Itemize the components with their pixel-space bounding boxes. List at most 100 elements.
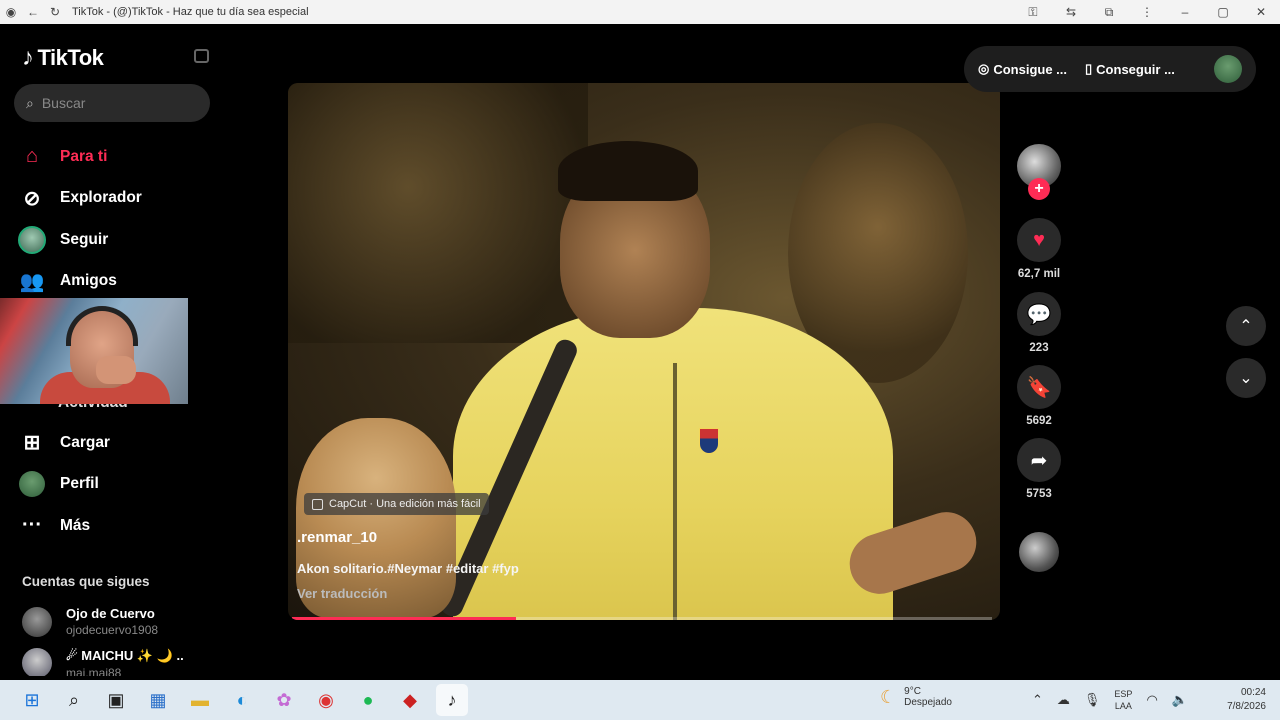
search-icon[interactable]: ⌕ — [58, 684, 90, 716]
like-count: 62,7 mil — [1017, 268, 1061, 280]
wifi-icon[interactable]: ◠ — [1146, 692, 1157, 708]
browser-logo-icon: ◉ — [5, 5, 17, 19]
nav-item-mas[interactable]: ··· Más — [18, 505, 110, 547]
video-username[interactable]: .renmar_10 — [297, 529, 377, 546]
capcut-icon — [312, 498, 323, 510]
game-app-icon[interactable]: ◆ — [394, 684, 426, 716]
onedrive-icon[interactable]: ☁ — [1057, 692, 1070, 708]
like-action[interactable]: ♥ 62,7 mil — [1015, 218, 1063, 280]
weather-widget[interactable]: ☾ 9°C Despejado — [880, 686, 952, 708]
video-progress-fill — [292, 617, 516, 620]
get-app-label: Conseguir ... — [1096, 61, 1175, 77]
video-player[interactable]: CapCut · Una edición más fácil .renmar_1… — [288, 83, 1000, 620]
browser-titlebar: ◉ ← ↻ TikTok - (@)TikTok - Haz que tu dí… — [0, 0, 1280, 24]
heart-icon[interactable]: ♥ — [1017, 218, 1061, 262]
moon-icon: ☾ — [880, 686, 897, 707]
share-count: 5753 — [1026, 488, 1052, 500]
clock[interactable]: 00:24 7/8/2026 — [1227, 686, 1266, 714]
comment-action[interactable]: 💬 223 — [1015, 292, 1063, 354]
search-icon: ⌕ — [26, 94, 34, 111]
avatar — [22, 606, 52, 637]
coin-icon: ◎ — [978, 61, 990, 76]
search-input[interactable] — [41, 95, 192, 111]
microphone-icon[interactable]: 🎙 — [1084, 692, 1101, 708]
chevron-up-icon: ⌃ — [1239, 318, 1253, 335]
nav-item-seguir[interactable]: Seguir — [18, 219, 142, 261]
windows-start-icon[interactable]: ⊞ — [16, 684, 48, 716]
previous-video-button[interactable]: ⌃ — [1226, 306, 1266, 346]
video-caption: Akon solitario.#Neymar #editar #fyp — [297, 561, 519, 576]
comment-count: 223 — [1029, 342, 1049, 354]
music-disc-icon[interactable] — [1019, 532, 1059, 572]
nav-item-para-ti[interactable]: ⌂ Para ti — [18, 136, 142, 178]
weather-temp: 9°C — [904, 686, 921, 697]
webcam-overlay — [0, 298, 188, 404]
copilot-icon[interactable]: ✿ — [268, 684, 300, 716]
save-action[interactable]: 🔖 5692 — [1015, 365, 1063, 427]
capcut-badge[interactable]: CapCut · Una edición más fácil — [304, 493, 489, 515]
task-view-icon[interactable]: ▣ — [100, 684, 132, 716]
window-title: TikTok - (@)TikTok - Haz que tu día sea … — [72, 6, 309, 18]
next-video-button[interactable]: ⌄ — [1226, 358, 1266, 398]
friends-icon: 👥 — [19, 270, 45, 293]
taskbar-apps: ⊞ ⌕ ▣ ▦ ▬ ◐ ✿ ◉ ● ◆ ♪ — [16, 680, 468, 720]
user-avatar[interactable] — [1214, 55, 1242, 83]
follow-plus-icon[interactable]: + — [1028, 178, 1050, 200]
save-count: 5692 — [1026, 415, 1052, 427]
followed-account[interactable]: ☄ MAICHU ✨ 🌙 .. mai.mai88 — [22, 648, 184, 676]
share-action[interactable]: ➦ 5753 — [1015, 438, 1063, 500]
logo-text: TikTok — [37, 45, 104, 70]
nav-item-amigos[interactable]: 👥 Amigos — [18, 261, 142, 303]
tiktok-taskbar-icon[interactable]: ♪ — [436, 684, 468, 716]
see-translation-link[interactable]: Ver traducción — [297, 586, 387, 601]
back-icon[interactable]: ← — [22, 0, 44, 24]
share-icon[interactable]: ➦ — [1017, 438, 1061, 482]
edge-icon[interactable]: ◐ — [226, 684, 258, 716]
tray-chevron-icon[interactable]: ⌃ — [1032, 692, 1043, 708]
video-progress-bar[interactable] — [292, 617, 992, 620]
translate-icon[interactable]: ⇆ — [1052, 0, 1090, 24]
search-box[interactable]: ⌕ — [14, 84, 210, 122]
file-explorer-icon[interactable]: ▬ — [184, 684, 216, 716]
home-icon: ⌂ — [25, 145, 39, 168]
windows-taskbar: ⊞ ⌕ ▣ ▦ ▬ ◐ ✿ ◉ ● ◆ ♪ ☾ 9°C Despejado ⌃ … — [0, 680, 1280, 720]
reload-icon[interactable]: ↻ — [44, 0, 66, 24]
nav-item-perfil[interactable]: Perfil — [18, 464, 110, 506]
spotify-icon[interactable]: ● — [352, 684, 384, 716]
key-icon[interactable]: ⚿ — [1014, 0, 1052, 24]
nav-label: Amigos — [60, 272, 117, 290]
get-coins-label: Consigue ... — [993, 61, 1068, 77]
bookmark-icon[interactable]: 🔖 — [1017, 365, 1061, 409]
top-right-bar: ◎ Consigue ... ▯ Conseguir ... — [964, 46, 1256, 92]
maximize-icon[interactable]: ▢ — [1204, 0, 1242, 24]
account-handle: ojodecuervo1908 — [66, 623, 159, 637]
tiktok-app: ♪ TikTok ⌕ ⌂ Para ti ⊘ Explorador Seguir… — [0, 24, 1280, 680]
extensions-icon[interactable]: ⧉ — [1090, 0, 1128, 24]
secondary-nav: ⊞ Cargar Perfil ··· Más — [18, 422, 110, 547]
volume-icon[interactable]: 🔈 — [1172, 692, 1188, 708]
lang-layout: LAA — [1114, 701, 1132, 711]
get-app-button[interactable]: ▯ Conseguir ... — [1085, 61, 1175, 77]
avatar — [22, 648, 52, 676]
store-icon[interactable]: ▦ — [142, 684, 174, 716]
lang-code: ESP — [1114, 689, 1133, 699]
nav-label: Para ti — [60, 147, 108, 165]
tiktok-logo[interactable]: ♪ TikTok — [22, 44, 104, 72]
nav-label: Más — [60, 516, 91, 534]
language-indicator[interactable]: ESP LAA — [1114, 688, 1132, 712]
chrome-icon[interactable]: ◉ — [310, 684, 342, 716]
menu-icon[interactable]: ⋮ — [1128, 0, 1166, 24]
minimize-icon[interactable]: – — [1166, 0, 1204, 24]
upload-icon: ⊞ — [23, 432, 41, 455]
nav-item-cargar[interactable]: ⊞ Cargar — [18, 422, 110, 464]
nav-label: Seguir — [60, 230, 109, 248]
system-tray: ⌃ ☁ 🎙 ESP LAA ◠ 🔈 — [1032, 680, 1188, 720]
get-coins-button[interactable]: ◎ Consigue ... — [978, 61, 1067, 77]
close-icon[interactable]: ✕ — [1242, 0, 1280, 24]
followed-account[interactable]: Ojo de Cuervo ojodecuervo1908 — [22, 606, 158, 637]
collapse-sidebar-icon[interactable] — [194, 49, 209, 63]
compass-icon: ⊘ — [23, 187, 41, 210]
phone-icon: ▯ — [1085, 61, 1093, 76]
comment-icon[interactable]: 💬 — [1017, 292, 1061, 336]
nav-item-explorador[interactable]: ⊘ Explorador — [18, 178, 142, 220]
